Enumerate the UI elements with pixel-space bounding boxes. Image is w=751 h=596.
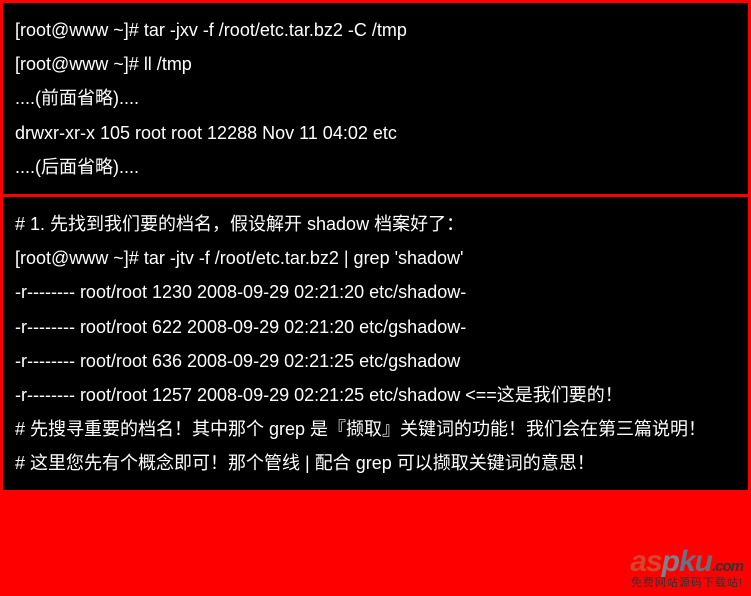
watermark-tagline: 免费网站源码下载站! (630, 578, 743, 590)
comment-line: # 1. 先找到我们要的档名，假设解开 shadow 档案好了： (15, 207, 736, 241)
terminal-line: [root@www ~]# tar -jtv -f /root/etc.tar.… (15, 241, 736, 275)
watermark-logo: aspku.com 免费网站源码下载站! (630, 546, 743, 590)
terminal-line: ....(前面省略).... (15, 81, 736, 115)
terminal-block-2: # 1. 先找到我们要的档名，假设解开 shadow 档案好了： [root@w… (3, 197, 748, 491)
terminal-line: [root@www ~]# ll /tmp (15, 47, 736, 81)
wm-letter: u (695, 545, 712, 578)
wm-tld: .com (712, 558, 743, 575)
comment-line: # 先搜寻重要的档名！其中那个 grep 是『撷取』关键词的功能！我们会在第三篇… (15, 412, 736, 446)
wm-letter: s (646, 545, 662, 578)
output-line: -r-------- root/root 636 2008-09-29 02:2… (15, 344, 736, 378)
terminal-line: ....(后面省略).... (15, 150, 736, 184)
terminal-line: drwxr-xr-x 105 root root 12288 Nov 11 04… (15, 116, 736, 150)
output-line: -r-------- root/root 1257 2008-09-29 02:… (15, 378, 736, 412)
wm-letter: a (630, 545, 646, 578)
comment-line: # 这里您先有个概念即可！那个管线 | 配合 grep 可以撷取关键词的意思！ (15, 446, 736, 480)
wm-letter: k (679, 545, 695, 578)
watermark-text: aspku.com (630, 546, 743, 578)
output-line: -r-------- root/root 622 2008-09-29 02:2… (15, 310, 736, 344)
terminal-block-1: [root@www ~]# tar -jxv -f /root/etc.tar.… (3, 3, 748, 194)
output-line: -r-------- root/root 1230 2008-09-29 02:… (15, 275, 736, 309)
terminal-line: [root@www ~]# tar -jxv -f /root/etc.tar.… (15, 13, 736, 47)
wm-letter: p (662, 545, 679, 578)
